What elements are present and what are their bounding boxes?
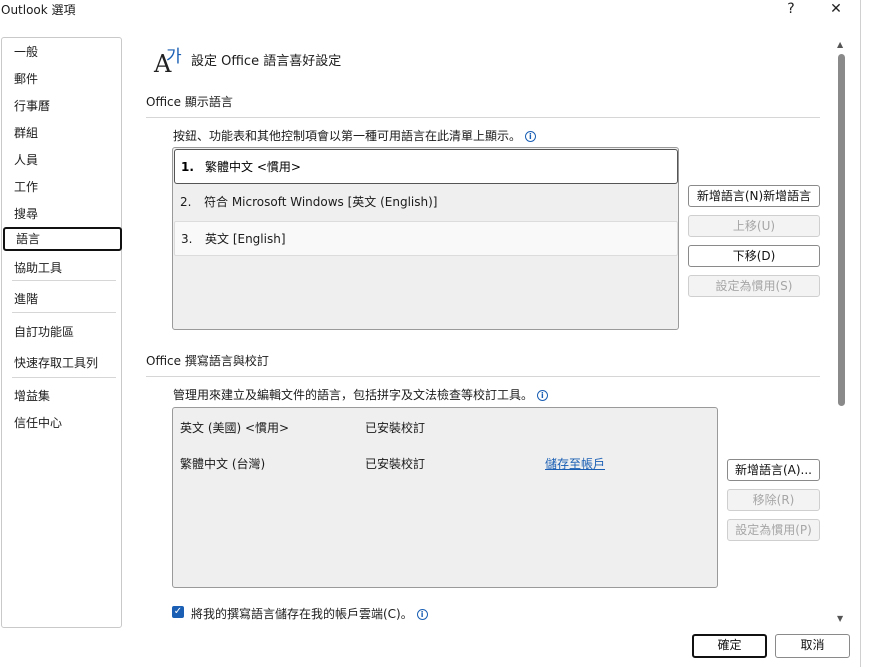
sidebar-item-language[interactable]: 語言 — [3, 227, 122, 251]
info-icon[interactable]: i — [416, 609, 428, 620]
move-up-button[interactable]: 上移(U) — [688, 215, 820, 237]
sidebar-item-general[interactable]: 一般 — [14, 43, 38, 60]
list-item[interactable]: 3. 英文 [English] — [174, 221, 678, 256]
display-language-list[interactable]: 1. 繁體中文 <慣用> 2. 符合 Microsoft Windows [英文 (… — [172, 147, 679, 330]
authoring-language-heading: Office 撰寫語言與校訂 — [146, 354, 269, 368]
proofing-status: 已安裝校訂 — [365, 421, 426, 435]
section-divider — [146, 117, 820, 118]
display-language-heading: Office 顯示語言 — [146, 95, 233, 109]
help-button[interactable]: ? — [771, 0, 811, 18]
add-display-language-button[interactable]: 新增語言(N)新增語言 — [688, 185, 820, 207]
save-languages-checkbox[interactable]: ✓ — [172, 606, 184, 618]
save-languages-label: 將我的撰寫語言儲存在我的帳戶雲端(C)。 i — [191, 605, 428, 622]
authoring-language-name: 繁體中文 (台灣) — [180, 457, 266, 471]
authoring-language-description: 管理用來建立及編輯文件的語言，包括拼字及文法檢查等校訂工具。 i — [173, 386, 548, 403]
sidebar-item-advanced[interactable]: 進階 — [14, 290, 38, 307]
sidebar: 一般 郵件 行事曆 群組 人員 工作 搜尋 語言 協助工具 進階 自訂功能區 快… — [1, 37, 122, 628]
scroll-down-icon[interactable]: ▼ — [837, 614, 843, 623]
sidebar-item-customize-ribbon[interactable]: 自訂功能區 — [14, 323, 74, 340]
authoring-language-list[interactable]: 英文 (美國) <慣用> 已安裝校訂 繁體中文 (台灣) 已安裝校訂 儲存至帳戶 — [172, 407, 718, 588]
page-title: 設定 Office 語言喜好設定 — [191, 54, 342, 69]
sidebar-divider — [12, 280, 116, 281]
info-icon[interactable]: i — [524, 131, 536, 142]
close-icon: ✕ — [830, 1, 842, 17]
sidebar-item-trust-center[interactable]: 信任中心 — [14, 414, 62, 431]
list-item[interactable]: 2. 符合 Microsoft Windows [英文 (English)] — [174, 185, 678, 220]
language-icon: A 가 — [154, 47, 182, 78]
sidebar-divider — [12, 312, 116, 313]
section-divider — [146, 376, 820, 377]
sidebar-divider — [12, 377, 116, 378]
add-authoring-language-button[interactable]: 新增語言(A)... — [727, 459, 820, 481]
sidebar-item-add-ins[interactable]: 增益集 — [14, 387, 50, 404]
window-title: Outlook 選項 — [1, 3, 76, 17]
ok-button[interactable]: 確定 — [692, 634, 767, 658]
cancel-button[interactable]: 取消 — [775, 634, 850, 658]
sidebar-item-people[interactable]: 人員 — [14, 151, 38, 168]
save-to-account-link[interactable]: 儲存至帳戶 — [545, 455, 605, 472]
sidebar-item-groups[interactable]: 群組 — [14, 124, 38, 141]
remove-language-button[interactable]: 移除(R) — [727, 489, 820, 511]
authoring-language-name: 英文 (美國) <慣用> — [180, 421, 290, 435]
sidebar-item-accessibility[interactable]: 協助工具 — [14, 259, 62, 276]
set-preferred-authoring-button[interactable]: 設定為慣用(P) — [727, 519, 820, 541]
info-icon[interactable]: i — [536, 390, 548, 401]
list-item[interactable]: 1. 繁體中文 <慣用> — [174, 149, 678, 184]
move-down-button[interactable]: 下移(D) — [688, 245, 820, 267]
sidebar-item-mail[interactable]: 郵件 — [14, 70, 38, 87]
sidebar-item-search[interactable]: 搜尋 — [14, 205, 38, 222]
close-button[interactable]: ✕ — [816, 0, 856, 18]
sidebar-item-calendar[interactable]: 行事曆 — [14, 97, 50, 114]
sidebar-item-quick-access-toolbar[interactable]: 快速存取工具列 — [14, 354, 98, 371]
set-preferred-display-button[interactable]: 設定為慣用(S) — [688, 275, 820, 297]
vertical-scrollbar[interactable]: ▲ ▼ — [835, 40, 848, 626]
window-edge — [860, 0, 861, 667]
proofing-status: 已安裝校訂 — [365, 457, 426, 471]
sidebar-item-tasks[interactable]: 工作 — [14, 178, 38, 195]
display-language-description: 按鈕、功能表和其他控制項會以第一種可用語言在此清單上顯示。 i — [173, 127, 536, 144]
scrollbar-thumb[interactable] — [838, 54, 845, 406]
scroll-up-icon[interactable]: ▲ — [837, 40, 843, 49]
